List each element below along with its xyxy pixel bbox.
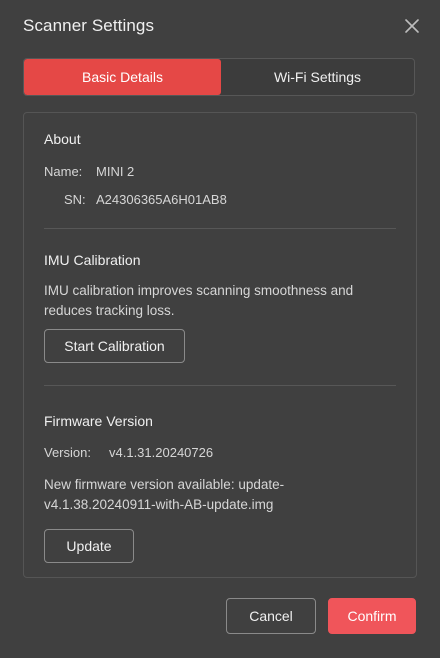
update-notice-line2: v4.1.38.20240911-with-AB-update.img <box>44 497 274 512</box>
sn-label: SN: <box>64 192 86 207</box>
imu-description-line1: IMU calibration improves scanning smooth… <box>44 283 354 298</box>
name-value: MINI 2 <box>96 164 135 179</box>
version-label: Version: <box>44 445 91 460</box>
firmware-heading: Firmware Version <box>44 413 153 429</box>
tab-basic-details[interactable]: Basic Details <box>24 59 221 95</box>
close-icon <box>405 19 419 33</box>
imu-description-line2: reduces tracking loss. <box>44 303 175 318</box>
update-notice-line1: New firmware version available: update- <box>44 477 285 492</box>
tab-wifi-settings[interactable]: Wi-Fi Settings <box>221 59 414 95</box>
version-value: v4.1.31.20240726 <box>109 445 214 460</box>
tab-bar: Basic Details Wi-Fi Settings <box>23 58 415 96</box>
divider <box>44 228 396 229</box>
start-calibration-button[interactable]: Start Calibration <box>44 329 185 363</box>
sn-value: A24306365A6H01AB8 <box>96 192 227 207</box>
confirm-button[interactable]: Confirm <box>328 598 416 634</box>
about-heading: About <box>44 131 81 147</box>
scanner-settings-dialog: Scanner Settings Basic Details Wi-Fi Set… <box>0 0 440 658</box>
update-button[interactable]: Update <box>44 529 134 563</box>
imu-heading: IMU Calibration <box>44 252 141 268</box>
cancel-button[interactable]: Cancel <box>226 598 316 634</box>
basic-details-panel: About Name: MINI 2 SN: A24306365A6H01AB8… <box>23 112 417 578</box>
divider <box>44 385 396 386</box>
name-label: Name: <box>44 164 83 179</box>
dialog-title: Scanner Settings <box>23 16 155 35</box>
close-button[interactable] <box>400 14 424 38</box>
